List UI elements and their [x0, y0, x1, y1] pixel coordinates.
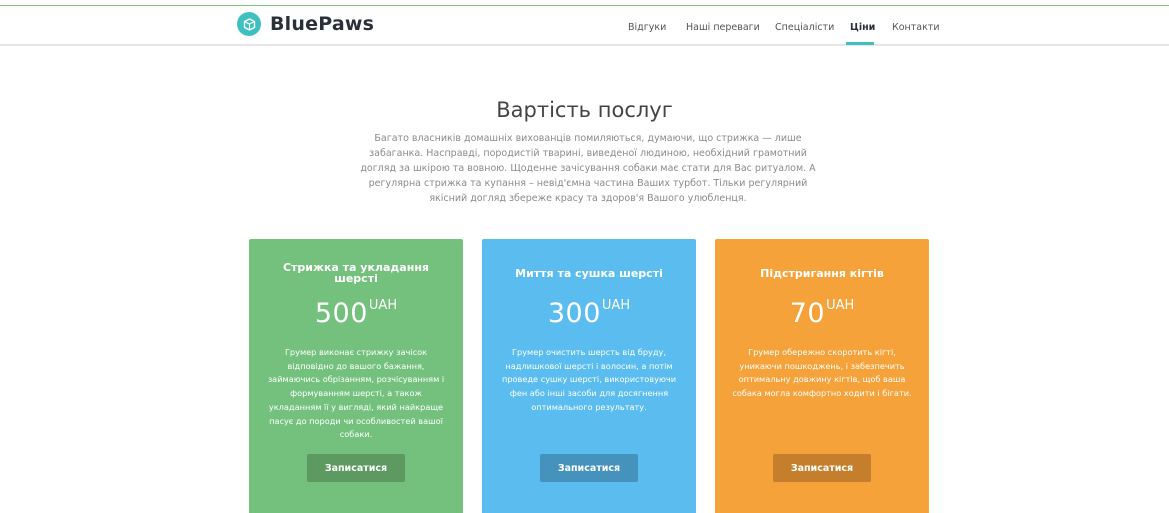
price-currency: UAH: [601, 298, 631, 313]
nav-item-prices[interactable]: Ціни: [850, 22, 875, 33]
paw-box-icon: [237, 12, 261, 36]
brand-logo[interactable]: BluePaws: [237, 12, 374, 36]
price-card-washing: Миття та сушка шерсті 300 UAH Грумер очи…: [482, 239, 696, 513]
price-value: 70: [789, 298, 826, 329]
price-currency: UAH: [826, 298, 855, 313]
price-value: 300: [547, 298, 601, 329]
card-description: Грумер виконає стрижку зачісок відповідн…: [267, 347, 445, 440]
price-card-nails: Підстригання кігтів 70 UAH Грумер обереж…: [715, 239, 929, 513]
card-description: Грумер обережно скоротить кігті, уникаюч…: [732, 347, 912, 399]
nav-item-reviews[interactable]: Відгуки: [628, 22, 666, 33]
signup-button-haircut[interactable]: Записатися: [307, 454, 405, 482]
brand-name: BluePaws: [270, 13, 375, 35]
section-description: Багато власників домашніх вихованців пом…: [360, 133, 816, 204]
active-nav-underline: [846, 42, 874, 45]
card-title: Миття та сушка шерсті: [515, 266, 663, 280]
nav-item-advantages[interactable]: Наші переваги: [686, 22, 760, 33]
card-price: 500 UAH: [249, 298, 463, 330]
card-title: Стрижка та укладання шерсті: [282, 261, 429, 285]
price-card-haircut: Стрижка та укладання шерсті 500 UAH Грум…: [249, 239, 463, 513]
site-header: BluePaws Відгуки Наші переваги Спеціаліс…: [0, 6, 1169, 46]
card-title: Підстригання кігтів: [760, 266, 884, 280]
card-description: Грумер очистить шерсть від бруду, надлиш…: [501, 347, 677, 412]
page-title: Вартість послуг: [496, 98, 673, 122]
card-price: 300 UAH: [482, 298, 696, 330]
price-currency: UAH: [368, 298, 398, 313]
signup-button-nails[interactable]: Записатися: [773, 454, 871, 482]
price-value: 500: [314, 298, 368, 329]
signup-button-washing[interactable]: Записатися: [540, 454, 638, 482]
card-price: 70 UAH: [715, 298, 929, 330]
nav-item-contacts[interactable]: Контакти: [892, 22, 940, 33]
nav-item-specialists[interactable]: Спеціалісти: [775, 22, 834, 33]
